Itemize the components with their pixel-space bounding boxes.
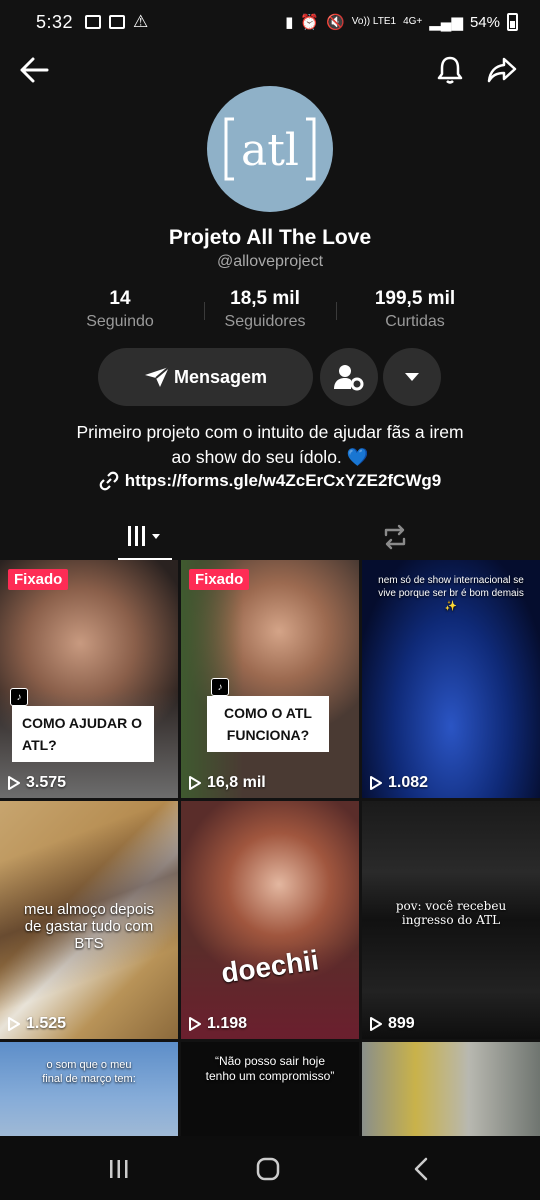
- gallery-notification-icon: [85, 15, 102, 29]
- video-overlay-text: o som que o meu final de março tem:: [42, 1059, 136, 1085]
- profile-stats: 14 Seguindo 18,5 mil Seguidores 199,5 mi…: [60, 288, 480, 338]
- profile-name: Projeto All The Love: [168, 226, 372, 249]
- play-icon: [8, 776, 20, 790]
- stat-likes-label: Curtidas: [385, 313, 445, 330]
- profile-bio: Primeiro projeto com o intuito de ajudar…: [30, 420, 510, 470]
- alarm-icon: ⏰: [300, 14, 320, 31]
- battery-icon: [507, 13, 518, 31]
- system-nav-bar: [0, 1136, 540, 1200]
- app-notification-icon: [109, 15, 126, 29]
- video-thumbnail[interactable]: o som que o meu final de março tem:: [0, 1042, 178, 1136]
- stat-following-label: Seguindo: [86, 313, 154, 330]
- stat-likes-value: 199,5 mil: [374, 288, 456, 309]
- video-caption: COMO AJUDAR O ATL?: [12, 706, 154, 762]
- view-count: 1.082: [370, 774, 428, 792]
- view-count: 16,8 mil: [189, 774, 266, 792]
- tab-reposts[interactable]: [372, 514, 418, 560]
- recents-icon[interactable]: [104, 1156, 134, 1182]
- videos-grid-icon: [128, 526, 160, 546]
- status-bar: 5:32 ⚠ ▮ ⏰ 🔇 Vo)) LTE1 4G+ ▂▄▆ 54%: [0, 0, 540, 44]
- more-dropdown-button[interactable]: [383, 348, 441, 406]
- home-icon[interactable]: [253, 1156, 283, 1182]
- chevron-down-icon: [405, 373, 419, 381]
- send-icon: [144, 366, 170, 387]
- message-button-label: Mensagem: [173, 366, 268, 387]
- tiktok-logo-icon: ♪: [10, 688, 28, 706]
- stat-followers-value: 18,5 mil: [230, 288, 300, 309]
- play-icon: [370, 776, 382, 790]
- follow-settings-button[interactable]: [320, 348, 378, 406]
- view-count: 899: [370, 1015, 415, 1033]
- message-button[interactable]: Mensagem: [98, 348, 313, 406]
- pinned-badge: Fixado: [8, 569, 69, 590]
- warning-icon: ⚠: [133, 12, 149, 31]
- stat-followers-label: Seguidores: [224, 313, 306, 330]
- play-icon: [189, 1017, 201, 1031]
- video-overlay-text: pov: você recebeu ingresso do ATL: [395, 899, 507, 927]
- atl-logo-icon: atl: [224, 117, 316, 181]
- video-overlay-text: meu almoço depois de gastar tudo com BTS: [23, 901, 155, 952]
- video-thumbnail[interactable]: pov: você recebeu ingresso do ATL 899: [362, 801, 540, 1039]
- stat-divider: [204, 302, 205, 320]
- video-thumbnail[interactable]: nem só de show internacional se vive por…: [362, 560, 540, 798]
- stat-following-value: 14: [109, 288, 131, 309]
- tab-videos[interactable]: [118, 514, 172, 560]
- back-arrow-icon[interactable]: [14, 50, 54, 90]
- view-count-value: 1.082: [388, 774, 429, 791]
- video-caption: COMO O ATL FUNCIONA?: [207, 696, 329, 752]
- view-count-value: 1.525: [26, 1015, 67, 1032]
- view-count: 3.575: [8, 774, 66, 792]
- tiktok-logo-icon: ♪: [211, 678, 229, 696]
- view-count: 1.198: [189, 1015, 247, 1033]
- mute-icon: 🔇: [326, 14, 345, 31]
- view-count-value: 3.575: [26, 774, 67, 791]
- nav-back-icon[interactable]: [406, 1156, 436, 1182]
- bell-icon[interactable]: [430, 50, 470, 90]
- avatar-logo-text: atl: [241, 125, 299, 176]
- sim-icon: ▮: [285, 14, 294, 31]
- profile-link-text: https://forms.gle/w4ZcErCxYZE2fCWg9: [124, 471, 442, 490]
- video-thumbnail[interactable]: meu almoço depois de gastar tudo com BTS…: [0, 801, 178, 1039]
- signal-icon: ▂▄▆: [429, 14, 463, 31]
- pinned-badge: Fixado: [189, 569, 250, 590]
- play-icon: [8, 1017, 20, 1031]
- video-thumbnail[interactable]: doechii 1.198: [181, 801, 359, 1039]
- stat-following[interactable]: 14 Seguindo: [60, 288, 180, 338]
- battery-percent: 54%: [469, 13, 500, 31]
- view-count-value: 899: [388, 1015, 415, 1032]
- view-count-value: 1.198: [207, 1015, 248, 1032]
- view-count: 1.525: [8, 1015, 66, 1033]
- bio-line: ao show do seu ídolo. 💙: [171, 447, 369, 467]
- profile-tabs: [0, 514, 540, 560]
- video-overlay-text: nem só de show internacional se vive por…: [378, 575, 524, 612]
- share-icon[interactable]: [482, 50, 522, 90]
- play-icon: [370, 1017, 382, 1031]
- video-overlay-text: “Não posso sair hoje tenho um compromiss…: [205, 1054, 335, 1083]
- stat-divider: [336, 302, 337, 320]
- video-thumbnail[interactable]: [362, 1042, 540, 1136]
- video-thumbnail[interactable]: Fixado ♪ COMO AJUDAR O ATL? 3.575: [0, 560, 178, 798]
- profile-link[interactable]: https://forms.gle/w4ZcErCxYZE2fCWg9: [0, 471, 540, 491]
- clock: 5:32: [36, 11, 74, 32]
- video-thumbnail[interactable]: “Não posso sair hoje tenho um compromiss…: [181, 1042, 359, 1136]
- play-icon: [189, 776, 201, 790]
- avatar[interactable]: atl: [207, 86, 333, 212]
- stat-likes[interactable]: 199,5 mil Curtidas: [350, 288, 480, 338]
- link-icon: [99, 471, 119, 491]
- repost-icon: [384, 524, 406, 550]
- profile-handle: @alloveproject: [216, 253, 324, 270]
- view-count-value: 16,8 mil: [207, 774, 266, 791]
- bio-line: Primeiro projeto com o intuito de ajudar…: [76, 422, 464, 442]
- volte-label: Vo)) LTE1: [351, 16, 397, 27]
- user-settings-icon: [334, 365, 364, 391]
- stat-followers[interactable]: 18,5 mil Seguidores: [195, 288, 335, 338]
- video-thumbnail[interactable]: Fixado ♪ COMO O ATL FUNCIONA? 16,8 mil: [181, 560, 359, 798]
- network-type-label: 4G+: [403, 16, 423, 27]
